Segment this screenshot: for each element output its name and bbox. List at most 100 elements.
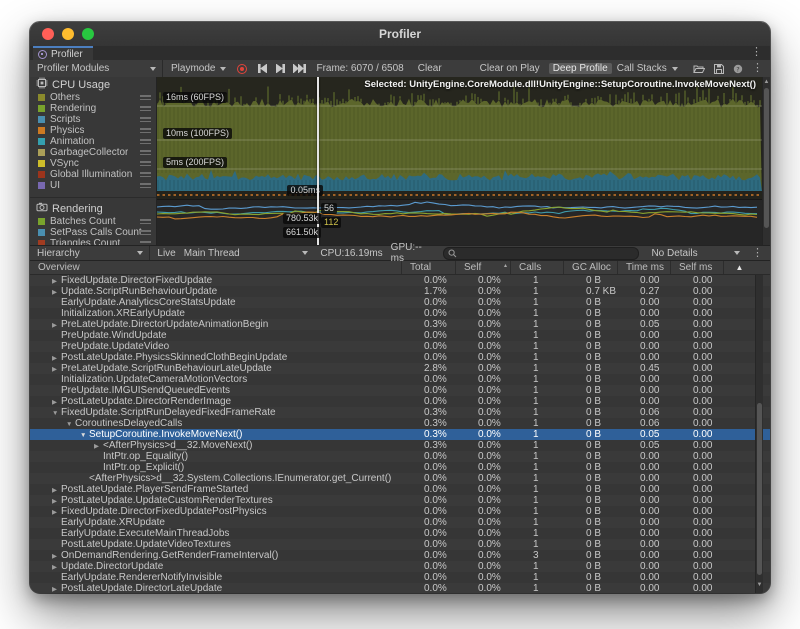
drag-handle-icon[interactable]	[140, 161, 151, 168]
legend-item-batches-count[interactable]: Batches Count	[30, 216, 156, 227]
hierarchy-menu-kebab-icon[interactable]: ⋮	[752, 247, 763, 260]
table-row[interactable]: <AfterPhysics>d__32.System.Collections.I…	[30, 473, 770, 484]
table-row[interactable]: PreUpdate.IMGUISendQueuedEvents0.0%0.0%1…	[30, 385, 770, 396]
table-row[interactable]: ▶Update.DirectorUpdate0.0%0.0%10 B0.000.…	[30, 561, 770, 572]
column-header-self[interactable]: Self▴	[455, 261, 510, 274]
foldout-collapsed-icon[interactable]: ▶	[52, 397, 61, 408]
tab-profiler[interactable]: Profiler	[33, 46, 93, 60]
profiler-modules-dropdown[interactable]: Profiler Modules	[30, 60, 163, 77]
table-row[interactable]: ▶Update.ScriptRunBehaviourUpdate1.7%0.0%…	[30, 286, 770, 297]
foldout-collapsed-icon[interactable]: ▶	[52, 353, 61, 364]
table-row[interactable]: PreUpdate.WindUpdate0.0%0.0%10 B0.000.00	[30, 330, 770, 341]
scroll-down-icon[interactable]: ▼	[756, 581, 763, 589]
foldout-collapsed-icon[interactable]: ▶	[52, 507, 61, 518]
column-header-time-ms[interactable]: Time ms	[617, 261, 670, 274]
legend-item-ui[interactable]: UI	[30, 180, 156, 191]
chart-pane[interactable]: Selected: UnityEngine.CoreModule.dll!Uni…	[157, 77, 770, 245]
table-row[interactable]: ▶PostLateUpdate.PhysicsSkinnedClothBegin…	[30, 352, 770, 363]
column-header-total[interactable]: Total	[401, 261, 455, 274]
clear-on-play-button[interactable]: Clear on Play	[476, 63, 544, 74]
table-row[interactable]: Initialization.UpdateCameraMotionVectors…	[30, 374, 770, 385]
drag-handle-icon[interactable]	[140, 139, 151, 146]
foldout-collapsed-icon[interactable]: ▶	[94, 441, 103, 452]
foldout-expanded-icon[interactable]: ▼	[52, 408, 61, 419]
foldout-collapsed-icon[interactable]: ▶	[52, 287, 61, 298]
table-scrollbar[interactable]: ▼	[755, 275, 763, 593]
table-row[interactable]: PreUpdate.UpdateVideo0.0%0.0%10 B0.000.0…	[30, 341, 770, 352]
foldout-collapsed-icon[interactable]: ▶	[52, 276, 61, 287]
drag-handle-icon[interactable]	[140, 172, 151, 179]
next-frame-button[interactable]	[275, 64, 286, 73]
column-header-warnings[interactable]: ▲	[723, 261, 755, 274]
cpu-usage-chart[interactable]	[157, 77, 762, 199]
drag-handle-icon[interactable]	[140, 106, 151, 113]
drag-handle-icon[interactable]	[140, 183, 151, 190]
chart-scrollbar-thumb[interactable]	[764, 88, 769, 228]
legend-item-garbagecollector[interactable]: GarbageCollector	[30, 147, 156, 158]
column-header-gc-alloc[interactable]: GC Alloc	[563, 261, 617, 274]
foldout-collapsed-icon[interactable]: ▶	[52, 562, 61, 573]
help-icon[interactable]: ?	[733, 64, 743, 74]
foldout-collapsed-icon[interactable]: ▶	[52, 364, 61, 375]
table-row[interactable]: ▶PostLateUpdate.DirectorLateUpdate0.0%0.…	[30, 583, 770, 593]
table-row[interactable]: PostLateUpdate.UpdateVideoTextures0.0%0.…	[30, 539, 770, 550]
drag-handle-icon[interactable]	[140, 230, 151, 237]
tab-menu-kebab-icon[interactable]: ⋮	[751, 46, 762, 59]
deep-profile-button[interactable]: Deep Profile	[549, 63, 612, 74]
table-row[interactable]: ▶PreLateUpdate.DirectorUpdateAnimationBe…	[30, 319, 770, 330]
details-dropdown[interactable]: No Details	[651, 248, 744, 259]
last-frame-button[interactable]	[293, 64, 307, 73]
drag-handle-icon[interactable]	[140, 117, 151, 124]
live-toggle[interactable]: Live	[157, 248, 175, 259]
table-row[interactable]: IntPtr.op_Equality()0.0%0.0%10 B0.000.00	[30, 451, 770, 462]
table-row[interactable]: IntPtr.op_Explicit()0.0%0.0%10 B0.000.00	[30, 462, 770, 473]
load-profile-button[interactable]	[693, 64, 705, 74]
column-header-overview[interactable]: Overview	[30, 261, 401, 274]
table-row[interactable]: ▼CoroutinesDelayedCalls0.3%0.0%10 B0.060…	[30, 418, 770, 429]
legend-item-scripts[interactable]: Scripts	[30, 114, 156, 125]
module-header-rendering[interactable]: Rendering	[30, 201, 156, 216]
foldout-collapsed-icon[interactable]: ▶	[52, 551, 61, 562]
prev-frame-button[interactable]	[257, 64, 268, 73]
foldout-collapsed-icon[interactable]: ▶	[52, 584, 61, 594]
table-row[interactable]: ▼SetupCoroutine.InvokeMoveNext()0.3%0.0%…	[30, 429, 770, 440]
table-row[interactable]: EarlyUpdate.RendererNotifyInvisible0.0%0…	[30, 572, 770, 583]
table-row[interactable]: ▼FixedUpdate.ScriptRunDelayedFixedFrameR…	[30, 407, 770, 418]
column-header-self-ms[interactable]: Self ms	[670, 261, 723, 274]
search-input[interactable]	[443, 247, 640, 260]
toolbar-menu-kebab-icon[interactable]: ⋮	[752, 62, 763, 75]
table-row[interactable]: ▶PreLateUpdate.ScriptRunBehaviourLateUpd…	[30, 363, 770, 374]
table-scrollbar-thumb[interactable]	[757, 403, 762, 575]
legend-item-animation[interactable]: Animation	[30, 136, 156, 147]
foldout-collapsed-icon[interactable]: ▶	[52, 496, 61, 507]
foldout-expanded-icon[interactable]: ▼	[80, 430, 89, 441]
legend-item-others[interactable]: Others	[30, 92, 156, 103]
foldout-collapsed-icon[interactable]: ▶	[52, 320, 61, 331]
legend-item-physics[interactable]: Physics	[30, 125, 156, 136]
titlebar[interactable]: Profiler	[30, 22, 770, 47]
table-row[interactable]: ▶PostLateUpdate.PlayerSendFrameStarted0.…	[30, 484, 770, 495]
legend-item-triangles-count[interactable]: Triangles Count	[30, 238, 156, 245]
rendering-chart[interactable]	[157, 199, 762, 245]
foldout-collapsed-icon[interactable]: ▶	[52, 485, 61, 496]
table-row[interactable]: ▶PostLateUpdate.UpdateCustomRenderTextur…	[30, 495, 770, 506]
drag-handle-icon[interactable]	[140, 219, 151, 226]
table-row[interactable]: ▶<AfterPhysics>d__32.MoveNext()0.3%0.0%1…	[30, 440, 770, 451]
table-row[interactable]: Initialization.XREarlyUpdate0.0%0.0%10 B…	[30, 308, 770, 319]
drag-handle-icon[interactable]	[140, 128, 151, 135]
scroll-up-icon[interactable]: ▲	[763, 78, 770, 86]
save-profile-button[interactable]	[714, 64, 724, 74]
table-row[interactable]: ▶FixedUpdate.DirectorFixedUpdate0.0%0.0%…	[30, 275, 770, 286]
playmode-dropdown[interactable]: Playmode	[171, 63, 226, 74]
drag-handle-icon[interactable]	[140, 95, 151, 102]
view-mode-dropdown[interactable]: Hierarchy	[30, 246, 150, 260]
legend-item-rendering[interactable]: Rendering	[30, 103, 156, 114]
call-stacks-dropdown[interactable]: Call Stacks	[617, 63, 678, 74]
legend-item-setpass-calls-count[interactable]: SetPass Calls Count	[30, 227, 156, 238]
legend-item-global-illumination[interactable]: Global Illumination	[30, 169, 156, 180]
column-header-calls[interactable]: Calls	[510, 261, 563, 274]
record-button[interactable]	[235, 63, 249, 75]
table-row[interactable]: ▶FixedUpdate.DirectorFixedUpdatePostPhys…	[30, 506, 770, 517]
table-row[interactable]: EarlyUpdate.AnalyticsCoreStatsUpdate0.0%…	[30, 297, 770, 308]
clear-button[interactable]: Clear	[414, 63, 446, 74]
